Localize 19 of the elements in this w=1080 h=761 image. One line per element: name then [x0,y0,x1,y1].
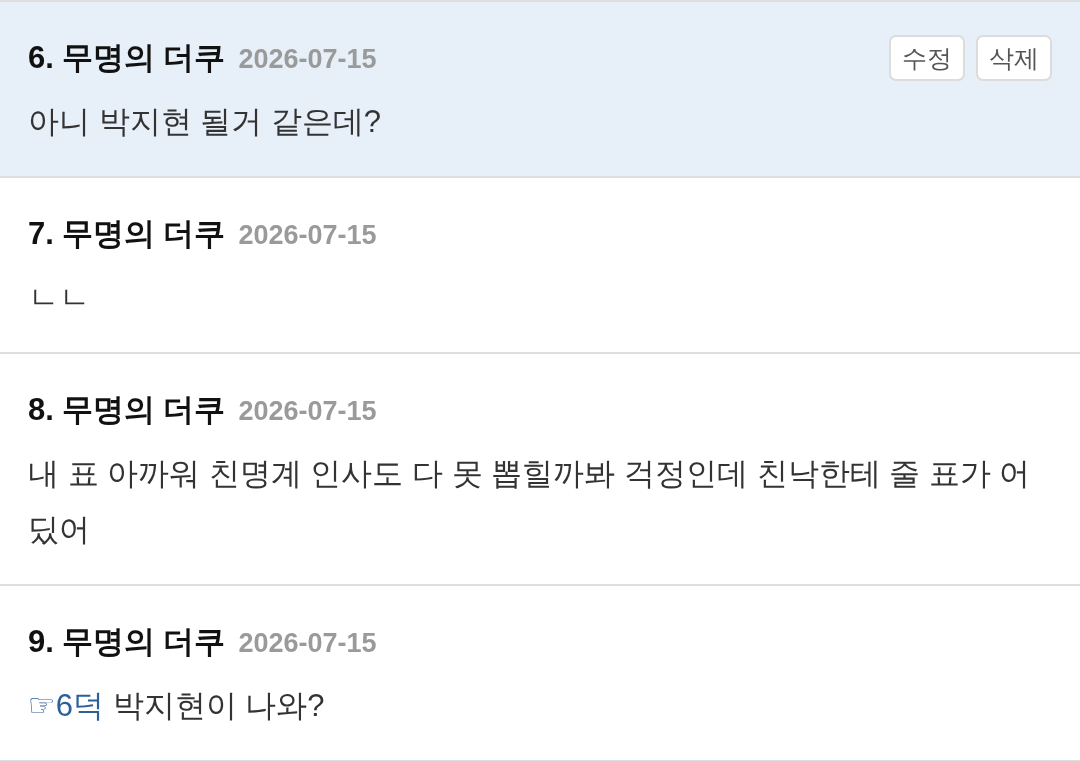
comment-number: 6. [28,40,54,76]
comment-number: 8. [28,392,54,428]
author-name: 무명의 더쿠 [61,391,226,429]
comment-text: ㄴㄴ [28,279,91,317]
comment-date: 2026-07-15 [238,628,377,659]
author-name: 무명의 더쿠 [61,623,226,661]
reply-link[interactable]: ☞6덕 [28,688,105,723]
comment-number: 7. [28,216,54,252]
comment-text: ☞6덕 박지현이 나와? [28,687,326,725]
comment-text: 내 표 아까워 친명계 인사도 다 못 뽑힐까봐 걱정인데 친낙한테 줄 표가 어딨어 [28,455,1032,549]
author-name: 무명의 더쿠 [61,39,226,77]
comment-text: 아니 박지현 될거 같은데? [28,103,383,141]
author-name: 무명의 더쿠 [61,215,226,253]
comment-number: 9. [28,624,54,660]
comment-date: 2026-07-15 [238,44,377,75]
comment-date: 2026-07-15 [238,396,377,427]
action-button[interactable]: 수정 [889,35,965,81]
comment-date: 2026-07-15 [238,220,377,251]
action-button[interactable]: 삭제 [976,35,1052,81]
